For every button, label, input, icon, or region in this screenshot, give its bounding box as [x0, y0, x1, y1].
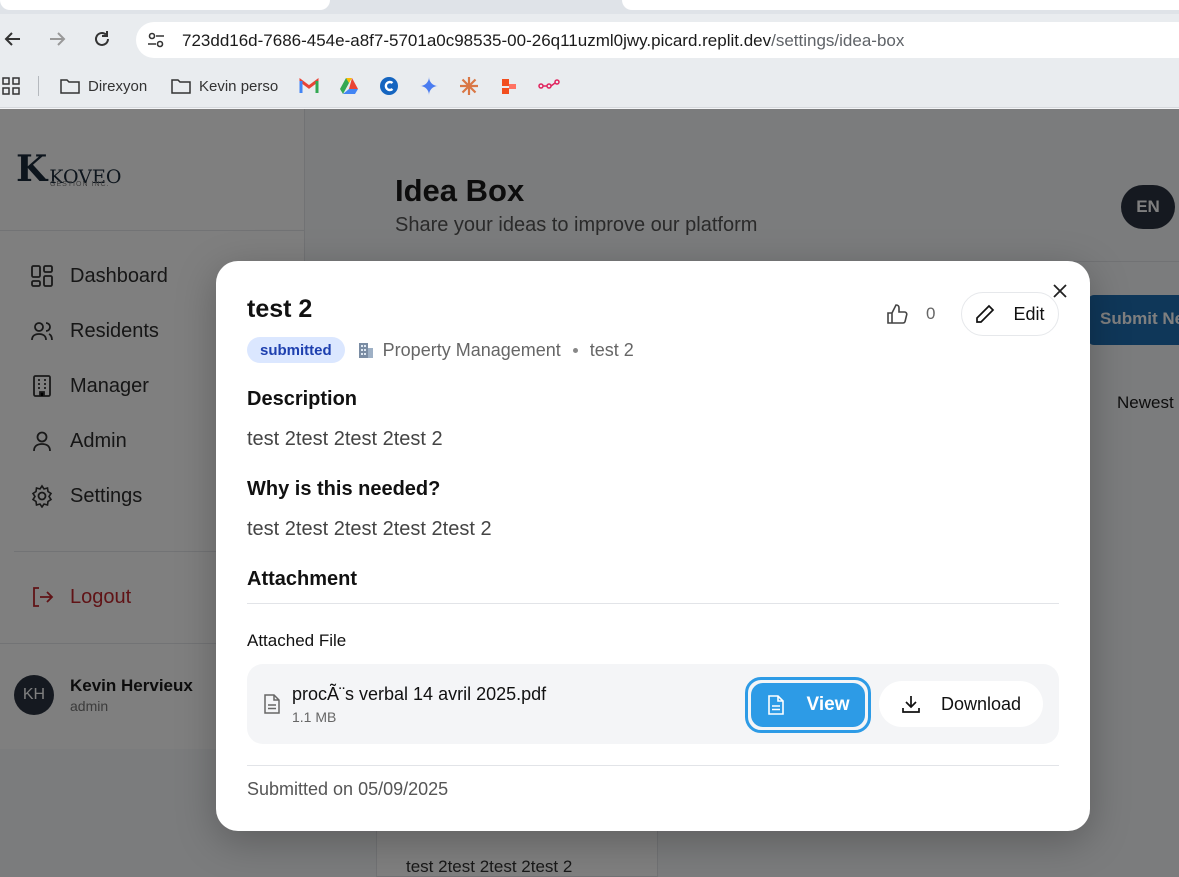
download-label: Download: [940, 693, 1022, 714]
site-settings-icon[interactable]: [146, 30, 166, 50]
bookmark-separator: [38, 76, 39, 96]
download-icon: [902, 696, 920, 713]
submitted-date: Submitted on 05/09/2025: [247, 779, 449, 799]
file-size: 1.1 MB: [292, 709, 337, 725]
attachment-item: procÃ¨s verbal 14 avril 2025.pdf 1.1 MB …: [247, 664, 1059, 744]
like-button[interactable]: 0: [886, 303, 935, 325]
thumbs-up-icon: [887, 304, 908, 324]
file-icon: [264, 694, 280, 714]
idea-title: test 2: [247, 295, 313, 323]
attachment-heading: Attachment: [247, 568, 358, 590]
attachment-divider: [247, 603, 1059, 604]
gemini-icon[interactable]: [418, 75, 440, 97]
url-text[interactable]: 723dd16d-7686-454e-a8f7-5701a0c98535-00-…: [182, 31, 904, 51]
idea-meta-name: test 2: [589, 339, 634, 360]
file-name: procÃ¨s verbal 14 avril 2025.pdf: [292, 684, 547, 704]
edit-button[interactable]: Edit: [961, 292, 1059, 336]
idea-meta: submitted Property Management test 2: [247, 337, 634, 363]
apps-grid-icon[interactable]: [0, 75, 22, 97]
idea-detail-dialog: test 2 0 Edit submitted Property Managem…: [216, 261, 1090, 831]
document-icon: [767, 695, 784, 715]
why-heading: Why is this needed?: [247, 478, 441, 500]
footer-divider: [247, 765, 1059, 766]
back-icon[interactable]: [0, 26, 26, 52]
folder-icon: [171, 79, 191, 94]
description-text: test 2test 2test 2test 2: [247, 428, 443, 450]
browser-tab[interactable]: [622, 0, 1179, 10]
edit-label: Edit: [1013, 303, 1045, 324]
why-text: test 2test 2test 2test 2test 2: [247, 518, 492, 540]
tab-strip: [0, 0, 1179, 14]
meta-separator: [572, 347, 578, 353]
building-icon: [358, 343, 373, 358]
flow-icon[interactable]: [538, 75, 560, 97]
folder-icon: [60, 79, 80, 94]
address-bar[interactable]: 723dd16d-7686-454e-a8f7-5701a0c98535-00-…: [136, 22, 1179, 58]
status-badge: submitted: [247, 337, 345, 363]
pencil-icon: [976, 304, 995, 323]
browser-tab[interactable]: [0, 0, 330, 10]
bookmark-folder-direxyon[interactable]: Direxyon: [60, 75, 147, 97]
drive-icon[interactable]: [338, 75, 360, 97]
like-count: 0: [926, 304, 936, 323]
bookmarks-bar: Direxyon Kevin perso: [0, 64, 1179, 108]
description-heading: Description: [247, 388, 358, 410]
download-button[interactable]: Download: [879, 681, 1043, 727]
figma-icon[interactable]: [498, 75, 520, 97]
bookmark-label: Kevin perso: [199, 77, 279, 95]
c-icon[interactable]: [378, 75, 400, 97]
forward-icon[interactable]: [44, 26, 70, 52]
bookmark-folder-kevin-perso[interactable]: Kevin perso: [171, 75, 278, 97]
gmail-icon[interactable]: [298, 75, 320, 97]
claude-icon[interactable]: [458, 75, 480, 97]
bookmark-label: Direxyon: [88, 77, 148, 95]
idea-category: Property Management: [382, 339, 561, 360]
reload-icon[interactable]: [89, 26, 115, 52]
view-button[interactable]: View: [745, 677, 871, 733]
browser-toolbar: 723dd16d-7686-454e-a8f7-5701a0c98535-00-…: [0, 14, 1179, 64]
view-label: View: [806, 694, 850, 715]
attached-file-label: Attached File: [247, 631, 347, 650]
